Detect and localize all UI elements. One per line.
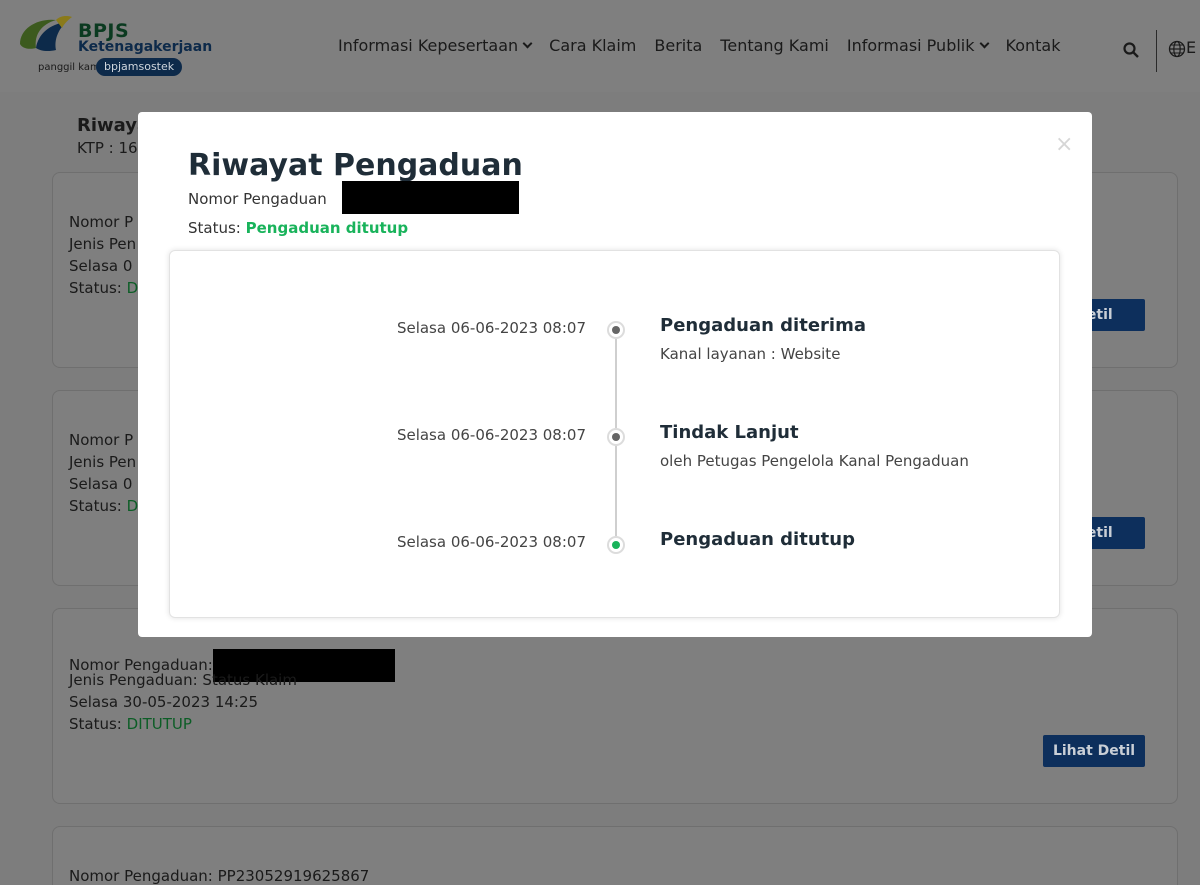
- card-nomor: Nomor P: [69, 431, 134, 449]
- timeline-dot-active: [607, 536, 625, 554]
- ktp-label: KTP : 16: [77, 139, 138, 157]
- complaint-card: Nomor Pengaduan: PP23052919625867: [52, 826, 1178, 885]
- timeline-dot: [607, 428, 625, 446]
- modal-status-label: Status:: [188, 219, 241, 237]
- card-nomor: Nomor P: [69, 213, 134, 231]
- modal-title: Riwayat Pengaduan: [188, 148, 523, 183]
- timeline-title: Pengaduan ditutup: [660, 529, 855, 550]
- card-status-label: Status:: [69, 279, 122, 297]
- timeline-title: Pengaduan diterima: [660, 315, 866, 336]
- card-jenis: Jenis Pen: [69, 235, 137, 253]
- bpjs-logo[interactable]: BPJS Ketenagakerjaan panggil kami bpjams…: [14, 12, 214, 82]
- card-status: Status: D: [69, 279, 138, 297]
- chevron-down-icon: [979, 38, 989, 49]
- nav-divider: [1156, 30, 1157, 72]
- nav-label: Informasi Publik: [846, 36, 975, 55]
- timeline-detail: Kanal layanan : Website: [660, 345, 841, 363]
- brand-tagline-pill: bpjamsostek: [96, 58, 183, 76]
- card-tanggal: Selasa 0: [69, 475, 133, 493]
- modal-status-value: Pengaduan ditutup: [245, 219, 409, 237]
- card-status-value: D: [126, 497, 139, 515]
- card-status-value: DITUTUP: [126, 715, 192, 733]
- card-nomor: Nomor Pengaduan: PP23052919625867: [69, 867, 370, 885]
- globe-icon[interactable]: [1168, 40, 1186, 58]
- nav-informasi-kepesertaan[interactable]: Informasi Kepesertaan: [338, 36, 533, 55]
- brand-tagline: panggil kami: [38, 62, 103, 73]
- search-icon[interactable]: [1123, 42, 1139, 58]
- timeline-time: Selasa 06-06-2023 08:07: [396, 319, 586, 337]
- timeline-dot: [607, 321, 625, 339]
- nav-label: Kontak: [1005, 36, 1061, 55]
- card-tanggal: Selasa 30-05-2023 14:25: [69, 693, 259, 711]
- nav-label: Informasi Kepesertaan: [338, 36, 519, 55]
- site-header: BPJS Ketenagakerjaan panggil kami bpjams…: [0, 0, 1200, 92]
- chevron-down-icon: [522, 38, 533, 49]
- complaint-card: Nomor Pengaduan: Jenis Pengaduan: Status…: [52, 608, 1178, 804]
- timeline-title: Tindak Lanjut: [660, 422, 799, 443]
- nav-berita[interactable]: Berita: [654, 36, 702, 55]
- card-tanggal: Selasa 0: [69, 257, 133, 275]
- riwayat-modal: × Riwayat Pengaduan Nomor Pengaduan Stat…: [138, 112, 1092, 637]
- nav-label: Berita: [654, 36, 703, 55]
- modal-nomor-label: Nomor Pengaduan: [188, 190, 327, 208]
- timeline-detail: oleh Petugas Pengelola Kanal Pengaduan: [660, 452, 969, 470]
- nav-kontak[interactable]: Kontak: [1006, 36, 1061, 55]
- language-selector[interactable]: E: [1186, 38, 1196, 57]
- card-status-value: D: [126, 279, 139, 297]
- timeline-time: Selasa 06-06-2023 08:07: [396, 426, 586, 444]
- card-jenis: Jenis Pen: [69, 453, 137, 471]
- redacted-block: [342, 181, 519, 214]
- card-jenis: Jenis Pengaduan: Status Klaim: [69, 671, 297, 689]
- nav-cara-klaim[interactable]: Cara Klaim: [549, 36, 636, 55]
- lihat-detil-button[interactable]: Lihat Detil: [1043, 735, 1145, 767]
- main-nav: Informasi Kepesertaan Cara Klaim Berita …: [338, 36, 1078, 55]
- modal-status: Status: Pengaduan ditutup: [188, 219, 408, 237]
- card-status: Status: DITUTUP: [69, 715, 192, 733]
- nav-tentang-kami[interactable]: Tentang Kami: [720, 36, 829, 55]
- timeline-panel: Selasa 06-06-2023 08:07 Pengaduan diteri…: [169, 250, 1060, 618]
- card-status-label: Status:: [69, 497, 122, 515]
- timeline-time: Selasa 06-06-2023 08:07: [396, 533, 586, 551]
- close-icon[interactable]: ×: [1055, 134, 1073, 156]
- nav-label: Tentang Kami: [720, 36, 829, 55]
- nav-label: Cara Klaim: [549, 36, 637, 55]
- nav-informasi-publik[interactable]: Informasi Publik: [846, 36, 989, 55]
- brand-subname: Ketenagakerjaan: [78, 39, 213, 55]
- card-status: Status: D: [69, 497, 138, 515]
- logo-mark-icon: [20, 16, 72, 52]
- card-status-label: Status:: [69, 715, 122, 733]
